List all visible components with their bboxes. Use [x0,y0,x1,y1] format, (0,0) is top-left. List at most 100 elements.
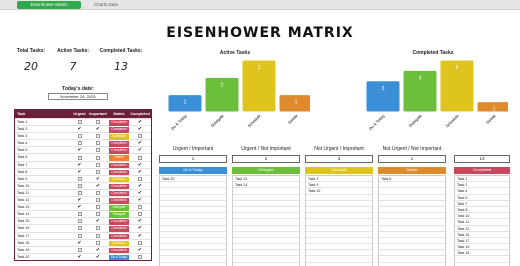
completed-checkbox[interactable] [130,211,150,217]
table-row: Task 12 ✔ Completed ✔ [15,196,151,204]
tab-charts-data[interactable]: Charts Data [83,1,129,9]
table-row: Task 14 Delegate [15,210,151,218]
empty-checkbox-icon [96,240,100,245]
matrix-cell: Completed [108,247,130,254]
completed-checkbox[interactable] [130,254,150,260]
urgent-checkbox[interactable] [71,233,88,239]
completed-checkbox[interactable]: ✔ [130,140,150,146]
empty-checkbox-icon [96,169,100,174]
matrix-cell: Completed [108,126,130,133]
completed-checkbox[interactable] [130,133,150,139]
urgent-checkbox[interactable] [71,218,88,224]
active-tasks-chart: Active Tasks 1 Do It Today 2 Delegate 3 Sched… [160,50,310,132]
matrix-cell: Completed [108,140,130,147]
active-tasks-stat: Active Tasks: 7 [56,48,90,73]
important-checkbox[interactable]: ✔ [88,218,108,224]
urgent-checkbox[interactable]: ✔ [71,162,88,168]
important-checkbox[interactable]: ✔ [88,254,108,260]
important-checkbox[interactable] [88,162,108,168]
checkmark-icon: ✔ [77,204,82,211]
completed-checkbox[interactable] [130,176,150,182]
important-checkbox[interactable] [88,225,108,231]
important-checkbox[interactable]: ✔ [88,247,108,253]
matrix-cell: Completed [108,162,130,169]
important-checkbox[interactable] [88,204,108,210]
completed-checkbox[interactable]: ✔ [130,119,150,125]
completed-checkbox[interactable]: ✔ [130,126,150,132]
important-checkbox[interactable] [88,197,108,203]
important-checkbox[interactable] [88,119,108,125]
checkmark-icon: ✔ [95,218,101,225]
urgent-checkbox[interactable]: ✔ [71,147,88,153]
task-name-cell: Task 4 [17,141,28,146]
urgent-checkbox[interactable] [71,154,88,160]
tab-eisenhower-matrix[interactable]: Eisenhower Matrix [17,1,81,9]
urgent-checkbox[interactable] [71,140,88,146]
column-task-list: Task 3 Task 9 Task 15 [305,175,373,266]
checkmark-icon: ✔ [137,147,143,154]
completed-checkbox[interactable]: ✔ [130,225,150,231]
urgent-checkbox[interactable]: ✔ [71,204,88,210]
important-checkbox[interactable] [88,240,108,246]
table-row: Task 7 ✔ Completed ✔ [15,160,151,169]
important-checkbox[interactable] [88,133,108,139]
completed-checkbox[interactable]: ✔ [130,247,150,253]
matrix-cell: Completed [108,218,130,225]
urgent-checkbox[interactable] [71,225,88,231]
important-checkbox[interactable]: ✔ [88,126,108,132]
matrix-column-delete: Not Urgent / Not Important 1 Delete Task 6 [378,146,446,266]
completed-checkbox[interactable]: ✔ [130,183,150,189]
urgent-checkbox[interactable]: ✔ [71,240,88,246]
completed-checkbox[interactable]: ✔ [130,147,150,153]
urgent-checkbox[interactable]: ✔ [71,126,88,132]
empty-checkbox-icon [96,148,100,153]
important-checkbox[interactable] [88,154,108,160]
urgent-checkbox[interactable]: ✔ [71,197,88,203]
urgent-checkbox[interactable]: ✔ [71,254,88,260]
urgent-checkbox[interactable] [71,190,88,196]
completed-checkbox[interactable]: ✔ [130,162,150,168]
header-matrix: Matrix [113,112,125,116]
task-name-cell: Task 12 [17,198,30,203]
matrix-cell: Completed [108,197,130,204]
empty-checkbox-icon [77,226,82,231]
important-checkbox[interactable]: ✔ [88,183,108,189]
urgent-checkbox[interactable] [71,247,88,253]
important-checkbox[interactable] [88,211,108,217]
task-name-cell: Task 18 [17,240,30,245]
matrix-badge: Delegate [109,205,129,211]
checkmark-icon: ✔ [77,161,82,168]
task-name-cell: Task 3 [17,134,28,139]
matrix-badge: Completed [109,233,129,239]
completed-checkbox[interactable]: ✔ [130,218,150,224]
active-chart-category-label: Schedule [246,113,262,129]
important-checkbox[interactable] [88,147,108,153]
urgent-checkbox[interactable]: ✔ [71,169,88,175]
important-checkbox[interactable] [88,169,108,175]
completed-checkbox[interactable]: ✔ [130,197,150,203]
table-row: Task 8 ✔ Completed ✔ [15,167,151,176]
checkmark-icon: ✔ [77,197,82,204]
matrix-badge: Completed [109,198,129,204]
today-date-field[interactable]: November 26, 2025 [48,93,108,100]
task-name-cell: Task 10 [17,183,30,188]
urgent-checkbox[interactable] [71,133,88,139]
completed-checkbox[interactable] [130,240,150,246]
important-checkbox[interactable]: ✔ [88,176,108,182]
completed-checkbox[interactable] [130,204,150,210]
important-checkbox[interactable] [88,140,108,146]
completed-checkbox[interactable]: ✔ [130,233,150,239]
urgent-checkbox[interactable] [71,119,88,125]
completed-chart-data-label: 1 [493,107,496,113]
active-chart-category-label: Do It Today [170,113,188,131]
urgent-checkbox[interactable] [71,176,88,182]
important-checkbox[interactable] [88,233,108,239]
completed-checkbox[interactable] [130,154,150,160]
completed-checkbox[interactable]: ✔ [130,190,150,196]
urgent-checkbox[interactable] [71,183,88,189]
urgent-checkbox[interactable] [71,211,88,217]
task-table-header: Task Urgent Important Matrix Completed [15,110,151,118]
completed-checkbox[interactable]: ✔ [130,169,150,175]
important-checkbox[interactable] [88,190,108,196]
table-row: Task 10 ✔ Completed ✔ [15,181,151,190]
